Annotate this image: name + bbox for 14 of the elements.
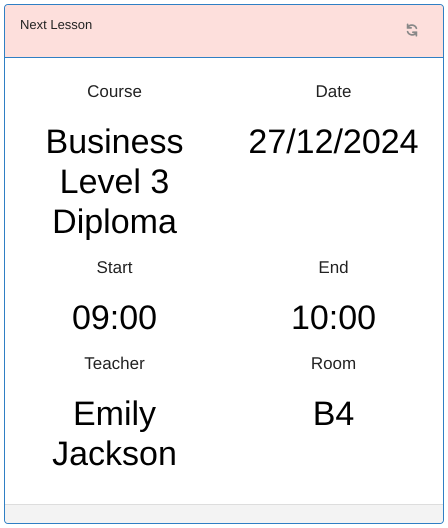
field-value: 27/12/2024 (247, 122, 420, 162)
field-label: Teacher (84, 353, 145, 375)
card-title: Next Lesson (20, 17, 92, 33)
field-value: Emily Jackson (51, 394, 178, 474)
field-value: Business Level 3 Diploma (44, 122, 184, 242)
field-label: Room (310, 353, 356, 375)
field-label: Date (316, 81, 352, 103)
refresh-icon[interactable] (405, 23, 419, 37)
field-value: 09:00 (70, 298, 158, 338)
field-label: Course (87, 81, 142, 103)
field-label: End (318, 257, 349, 279)
field-value: B4 (312, 394, 356, 434)
field-label: Start (96, 257, 132, 279)
field-value: 10:00 (290, 298, 378, 338)
